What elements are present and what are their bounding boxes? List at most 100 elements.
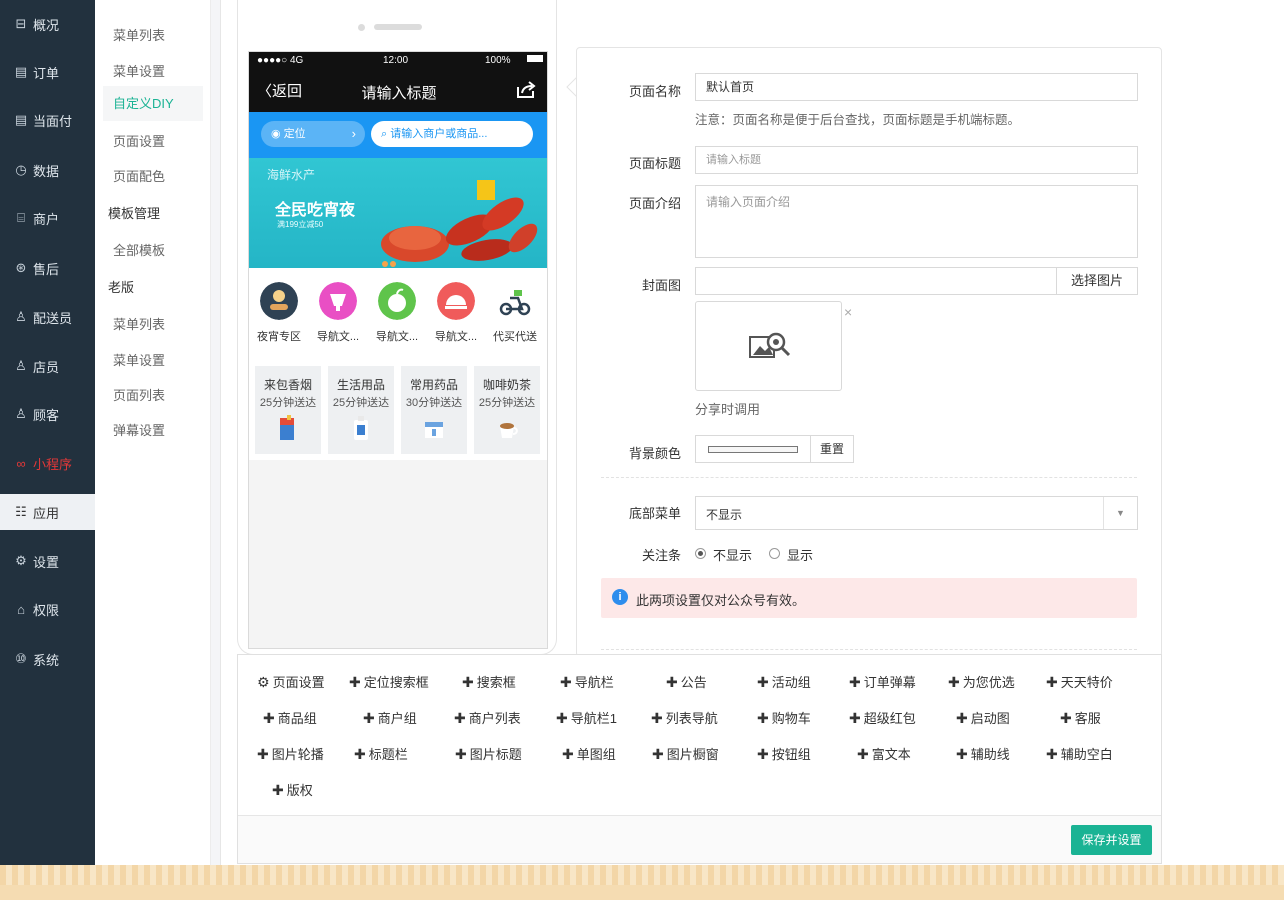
- component-panel: ⚙ 页面设置 ✚ 定位搜索框 ✚ 搜索框 ✚ 导航栏 ✚ 公告 ✚ 活动组 ✚ 订单弹幕 ✚ 为…: [237, 654, 1162, 864]
- nav-item-data[interactable]: ◷ 数据: [0, 152, 95, 188]
- nav-label: 配送员: [33, 310, 73, 326]
- nav-label: 顾客: [33, 407, 60, 423]
- service-card-cigarettes[interactable]: 来包香烟 25分钟送达: [255, 366, 321, 454]
- follow-hide-radio[interactable]: [695, 548, 706, 559]
- component-merchant-list[interactable]: ✚ 商户列表: [454, 708, 521, 727]
- component-title-bar[interactable]: ✚ 标题栏: [354, 744, 408, 763]
- component-customer-service[interactable]: ✚ 客服: [1060, 708, 1101, 727]
- component-super-red-packet[interactable]: ✚ 超级红包: [849, 708, 916, 727]
- component-label: 图片橱窗: [666, 747, 719, 762]
- component-single-image[interactable]: ✚ 单图组: [562, 744, 616, 763]
- nav-item-apps[interactable]: ☷ 应用: [0, 494, 95, 530]
- service-card-coffee[interactable]: 咖啡奶茶 25分钟送达: [474, 366, 540, 454]
- page-intro-textarea[interactable]: 请输入页面介绍: [695, 185, 1138, 258]
- component-carousel[interactable]: ✚ 图片轮播: [257, 744, 324, 763]
- phone-search-input[interactable]: ⌕ 请输入商户或商品...: [371, 121, 533, 147]
- follow-show-radio[interactable]: [769, 548, 780, 559]
- component-daily-deals[interactable]: ✚ 天天特价: [1046, 672, 1113, 691]
- bottom-menu-label: 底部菜单: [628, 506, 681, 521]
- sub-item-old-menu-list[interactable]: 菜单列表: [113, 314, 165, 333]
- component-rich-text[interactable]: ✚ 富文本: [857, 744, 911, 763]
- sub-item-old-menu-settings[interactable]: 菜单设置: [113, 350, 165, 369]
- sub-item-old-danmaku[interactable]: 弹幕设置: [113, 420, 165, 439]
- component-recommended[interactable]: ✚ 为您优选: [948, 672, 1015, 691]
- bg-color-picker[interactable]: [695, 435, 811, 463]
- nav-label: 数据: [33, 163, 60, 179]
- page-name-input[interactable]: 默认首页: [695, 73, 1138, 101]
- nav-item-courier[interactable]: ♙ 配送员: [0, 299, 95, 335]
- page-settings-form: 页面名称 默认首页 注意：页面名称是便于后台查找，页面标题是手机端标题。 页面标…: [576, 47, 1162, 657]
- cover-url-input[interactable]: [695, 267, 1057, 295]
- nav-icon-text-2[interactable]: 导航文...: [367, 282, 427, 344]
- sub-item-menu-settings[interactable]: 菜单设置: [113, 61, 165, 80]
- share-icon[interactable]: [516, 81, 536, 99]
- nav-item-system[interactable]: ⑩ 系统: [0, 641, 95, 677]
- save-and-set-button[interactable]: 保存并设置: [1071, 825, 1152, 855]
- nav-icon-label: 导航文...: [316, 331, 360, 343]
- component-image-title[interactable]: ✚ 图片标题: [455, 744, 522, 763]
- location-pill[interactable]: ◉ 定位 ›: [261, 121, 365, 147]
- cover-image-placeholder[interactable]: [695, 301, 842, 391]
- reset-button[interactable]: 重置: [810, 435, 854, 463]
- nav-item-settings[interactable]: ⚙ 设置: [0, 543, 95, 579]
- sub-item-menu-list[interactable]: 菜单列表: [113, 25, 165, 44]
- plus-icon: ✚: [652, 746, 664, 762]
- component-label: 购物车: [771, 711, 811, 726]
- nav-item-face-pay[interactable]: ▤ 当面付: [0, 102, 95, 138]
- component-copyright[interactable]: ✚ 版权: [272, 780, 313, 799]
- nav-item-merchant[interactable]: ⌸ 商户: [0, 200, 95, 236]
- nav-item-after-sale[interactable]: ⊛ 售后: [0, 250, 95, 286]
- nav-item-customer[interactable]: ♙ 顾客: [0, 396, 95, 432]
- component-location-search[interactable]: ✚ 定位搜索框: [349, 672, 429, 691]
- scooter-icon: [499, 290, 531, 316]
- component-notice[interactable]: ✚ 公告: [666, 672, 707, 691]
- search-icon: ⌕: [381, 128, 391, 140]
- close-icon[interactable]: ×: [844, 304, 852, 320]
- nav-icon-text-1[interactable]: 导航文...: [308, 282, 368, 344]
- bottom-menu-select[interactable]: 不显示 ▼: [695, 496, 1138, 530]
- nav-icon-text-3[interactable]: 导航文...: [426, 282, 486, 344]
- merchant-icon: ⌸: [17, 210, 25, 225]
- service-card-daily-goods[interactable]: 生活用品 25分钟送达: [328, 366, 394, 454]
- plus-icon: ✚: [257, 746, 269, 762]
- nav-item-clerk[interactable]: ♙ 店员: [0, 348, 95, 384]
- component-label: 图片轮播: [271, 747, 324, 762]
- nav-label: 权限: [33, 602, 60, 618]
- nav-item-orders[interactable]: ▤ 订单: [0, 54, 95, 90]
- nav-item-overview[interactable]: ⊟ 概况: [0, 6, 95, 42]
- component-nav-bar-1[interactable]: ✚ 导航栏1: [556, 708, 617, 727]
- nav-icon-errand[interactable]: 代买代送: [485, 282, 545, 344]
- sub-item-all-templates[interactable]: 全部模板: [113, 240, 165, 259]
- sub-item-custom-diy[interactable]: 自定义DIY: [103, 86, 203, 121]
- component-launch-image[interactable]: ✚ 启动图: [956, 708, 1010, 727]
- component-nav-bar[interactable]: ✚ 导航栏: [560, 672, 614, 691]
- component-blank-space[interactable]: ✚ 辅助空白: [1046, 744, 1113, 763]
- component-label: 富文本: [871, 747, 911, 762]
- component-activity-group[interactable]: ✚ 活动组: [757, 672, 811, 691]
- nav-item-mini-program[interactable]: ∞ 小程序: [0, 445, 95, 481]
- phone-title-bar: 〈返回 请输入标题: [249, 70, 547, 112]
- component-merchant-group[interactable]: ✚ 商户组: [363, 708, 417, 727]
- plus-icon: ✚: [462, 674, 474, 690]
- sub-item-page-colors[interactable]: 页面配色: [113, 166, 165, 185]
- component-cart[interactable]: ✚ 购物车: [757, 708, 811, 727]
- promo-banner[interactable]: 海鲜水产 全民吃宵夜 满199立减50: [249, 158, 547, 268]
- component-page-settings[interactable]: ⚙ 页面设置: [257, 672, 325, 691]
- component-label: 活动组: [771, 675, 811, 690]
- sub-item-old-page-list[interactable]: 页面列表: [113, 385, 165, 404]
- service-card-medicine[interactable]: 常用药品 30分钟送达: [401, 366, 467, 454]
- nav-icon-late-night[interactable]: 夜宵专区: [249, 282, 309, 344]
- component-order-danmaku[interactable]: ✚ 订单弹幕: [849, 672, 916, 691]
- component-goods-group[interactable]: ✚ 商品组: [263, 708, 317, 727]
- component-button-group[interactable]: ✚ 按钮组: [757, 744, 811, 763]
- page-title-input[interactable]: 请输入标题: [695, 146, 1138, 174]
- component-image-window[interactable]: ✚ 图片橱窗: [652, 744, 719, 763]
- nav-item-permissions[interactable]: ⌂ 权限: [0, 591, 95, 627]
- choose-image-button[interactable]: 选择图片: [1056, 267, 1138, 295]
- component-list-nav[interactable]: ✚ 列表导航: [651, 708, 718, 727]
- sub-item-page-settings[interactable]: 页面设置: [113, 131, 165, 150]
- clock-text: 12:00: [383, 55, 409, 66]
- speaker-bar: [374, 24, 422, 30]
- component-guide-line[interactable]: ✚ 辅助线: [956, 744, 1010, 763]
- component-search[interactable]: ✚ 搜索框: [462, 672, 516, 691]
